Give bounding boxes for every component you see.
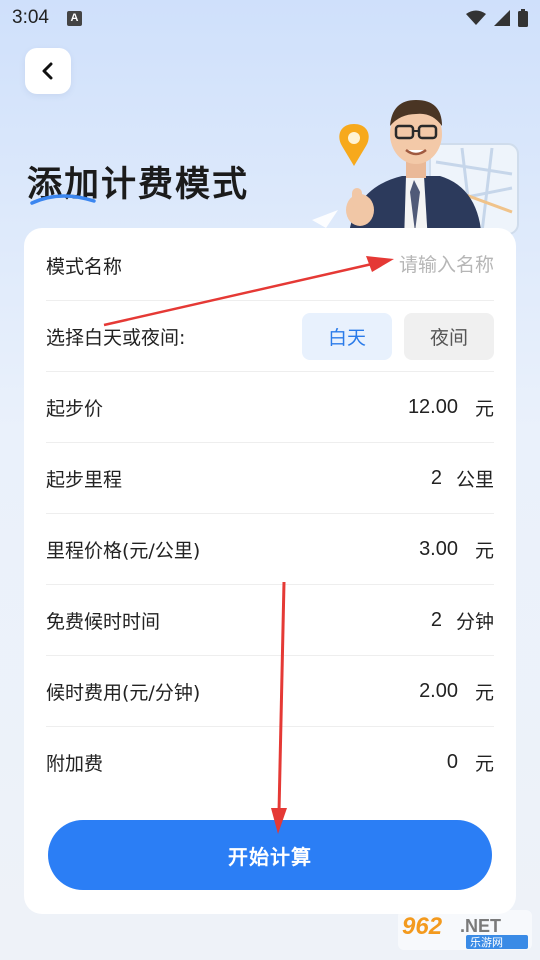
mode-name-row: 模式名称 [46,230,494,301]
svg-text:962: 962 [402,913,443,940]
wait-fee-unit: 元 [474,681,494,704]
start-distance-label: 起步里程 [46,468,123,491]
start-calculation-button[interactable]: 开始计算 [48,820,492,890]
businessman-illustration [312,100,519,242]
start-price-unit: 元 [474,397,494,420]
free-wait-time-row[interactable]: 免费候时时间 2 分钟 [46,585,494,656]
status-bar: 3:04 A [0,0,540,36]
surcharge-row[interactable]: 附加费 0 元 [46,727,494,798]
title-underline-decoration [30,194,96,205]
location-pin-icon [339,124,369,166]
free-wait-time-value[interactable]: 2 [431,609,442,632]
wifi-icon [466,10,486,25]
chevron-left-icon [42,62,53,80]
form-card: 模式名称 选择白天或夜间: 白天 夜间 起步价 12.00 元 起步里程 2 公… [24,228,516,914]
distance-price-row[interactable]: 里程价格(元/公里) 3.00 元 [46,514,494,585]
cellular-signal-icon [494,10,510,26]
period-row: 选择白天或夜间: 白天 夜间 [46,301,494,372]
status-icons [466,9,528,27]
notification-icon: A [66,10,82,26]
back-button[interactable] [25,48,71,94]
surcharge-value[interactable]: 0 [447,751,458,774]
battery-icon [518,9,528,27]
site-watermark-logo: 962 .NET 乐游网 [398,910,532,950]
start-price-label: 起步价 [46,397,104,420]
wait-fee-value[interactable]: 2.00 [419,680,458,703]
start-distance-value[interactable]: 2 [431,467,442,490]
surcharge-unit: 元 [474,753,494,775]
day-option-button[interactable]: 白天 [302,312,392,360]
start-price-row[interactable]: 起步价 12.00 元 [46,372,494,443]
wait-fee-row[interactable]: 候时费用(元/分钟) 2.00 元 [46,656,494,727]
distance-price-unit: 元 [474,539,494,562]
distance-price-label: 里程价格(元/公里) [46,539,201,562]
mode-name-input[interactable] [274,254,494,276]
free-wait-time-unit: 分钟 [455,610,494,633]
period-label: 选择白天或夜间: [46,326,186,349]
surcharge-label: 附加费 [46,753,104,775]
free-wait-time-label: 免费候时时间 [46,610,161,633]
status-time: 3:04 [12,7,49,28]
wait-fee-label: 候时费用(元/分钟) [46,681,201,704]
svg-text:.NET: .NET [460,916,501,936]
start-distance-row[interactable]: 起步里程 2 公里 [46,443,494,514]
start-price-value[interactable]: 12.00 [408,396,458,419]
mode-name-label: 模式名称 [46,255,123,278]
start-distance-unit: 公里 [455,468,494,491]
svg-text:乐游网: 乐游网 [470,936,503,949]
distance-price-value[interactable]: 3.00 [419,538,458,561]
night-option-button[interactable]: 夜间 [404,312,494,360]
